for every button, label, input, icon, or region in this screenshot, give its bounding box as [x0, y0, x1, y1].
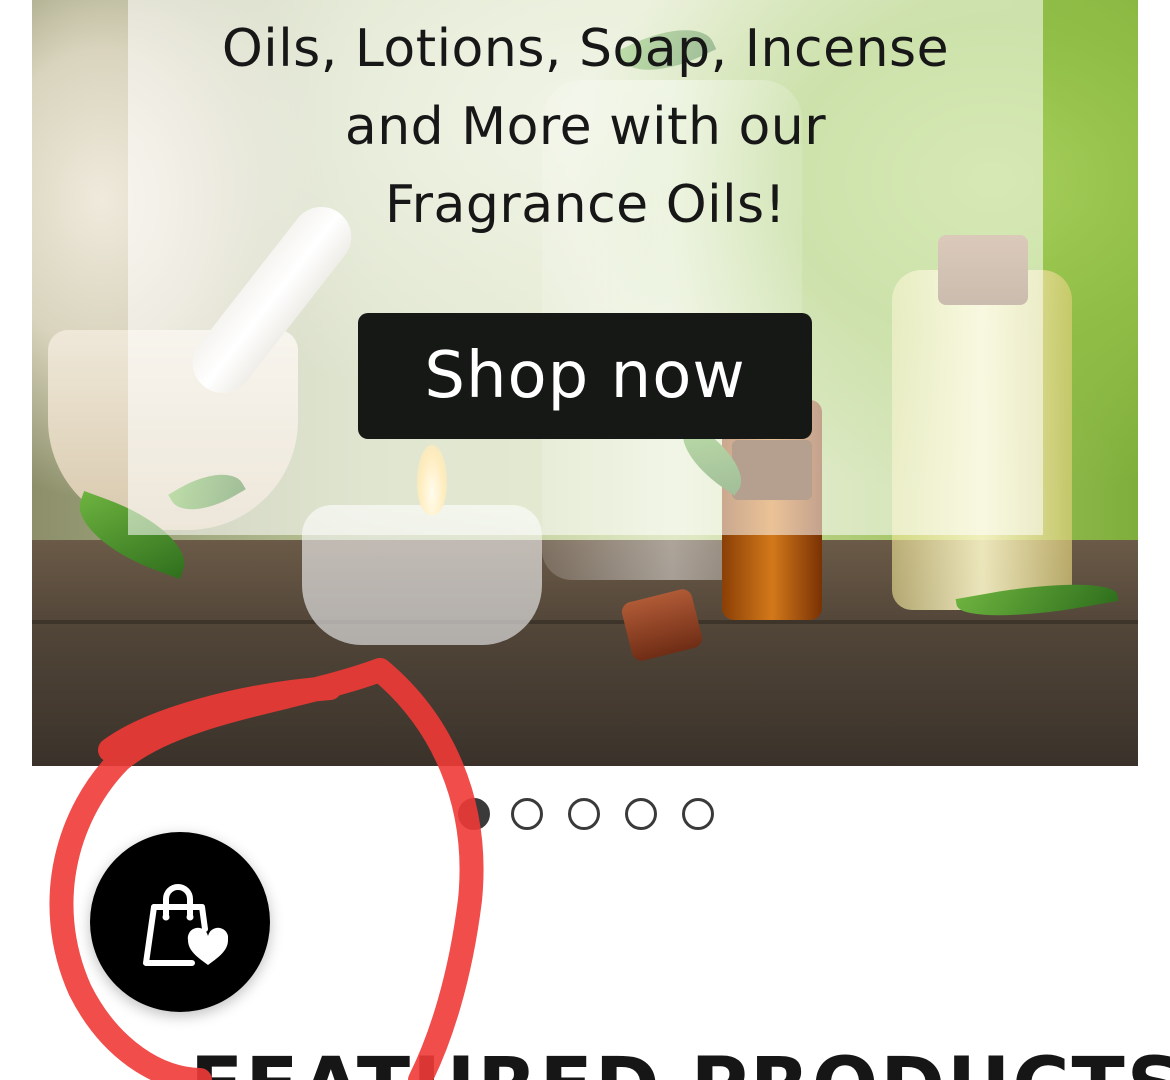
slide-dot-5[interactable] [682, 798, 714, 830]
hero-headline-line: Oils, Lotions, Soap, Incense [221, 19, 950, 79]
hero-text-panel: Oils, Lotions, Soap, Incense and More wi… [128, 0, 1043, 535]
wishlist-button[interactable] [90, 832, 270, 1012]
page: Oils, Lotions, Soap, Incense and More wi… [0, 0, 1170, 1080]
hero-headline-line: Fragrance Oils! [385, 175, 786, 235]
slide-dot-3[interactable] [568, 798, 600, 830]
slide-dot-2[interactable] [511, 798, 543, 830]
slide-dot-4[interactable] [625, 798, 657, 830]
shop-now-button[interactable]: Shop now [358, 313, 812, 439]
shopping-bag-heart-icon [143, 884, 228, 966]
hero-headline-line: and More with our [344, 97, 827, 157]
hero-headline: Oils, Lotions, Soap, Incense and More wi… [128, 10, 1043, 244]
hero-slideshow: Oils, Lotions, Soap, Incense and More wi… [32, 0, 1138, 766]
featured-products-heading: FEATURED PRODUCTS [190, 1048, 1170, 1080]
slide-dot-1[interactable] [458, 798, 490, 830]
hero-table-plank [32, 620, 1138, 624]
